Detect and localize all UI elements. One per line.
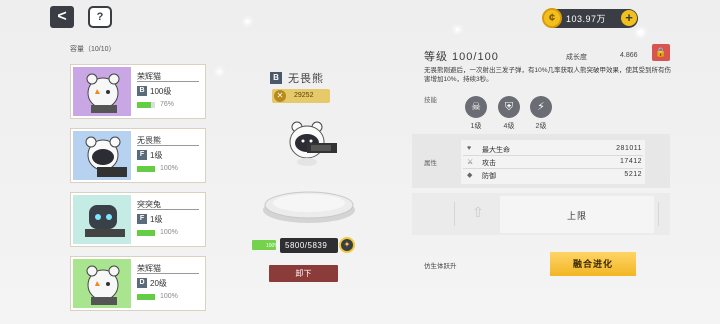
progress-percent: 100% [160, 293, 178, 300]
progress-fill [137, 294, 155, 300]
divider [137, 273, 199, 274]
hp-value: 5800/5839 [285, 241, 328, 250]
companion-level: 1级 [150, 215, 163, 224]
progress-percent: 76% [160, 101, 175, 108]
upgrade-arrow-icon: ⇧ [472, 204, 484, 220]
add-currency-button[interactable]: + [621, 10, 637, 26]
hero-name: 无畏熊 [288, 73, 324, 85]
companion-level: 100级 [150, 87, 172, 96]
gold-coin-icon: ¢ [542, 8, 562, 28]
divider [137, 209, 199, 210]
growth-value: 4.866 [620, 52, 638, 59]
divider [137, 81, 199, 82]
bio-ascension-label: 仿生体跃升 [424, 263, 457, 270]
rank-badge: F [137, 150, 147, 160]
display-platform [263, 191, 355, 223]
divider [463, 155, 643, 156]
divider [454, 202, 455, 226]
companion-card[interactable]: 荣辉猫 D 20级 100% [70, 256, 206, 311]
progress-bar [137, 230, 155, 236]
rank-badge: D [137, 278, 147, 288]
attribute-name: 攻击 [482, 160, 496, 167]
companion-portrait [73, 67, 131, 116]
progress-bar [137, 294, 155, 300]
growth-label: 成长度 [566, 54, 587, 61]
hero-description: 无畏熊刚避后，一次射出三发子弹，有10%几率获取人熊突破甲效果，使其受到所有伤害… [424, 67, 672, 83]
fuse-evolve-button[interactable]: 融合进化 [550, 252, 636, 276]
companion-card[interactable]: 突突兔 F 1级 100% [70, 192, 206, 247]
chevron-left-icon: < [57, 8, 67, 25]
power-icon: ✕ [274, 90, 286, 102]
sparkle-decoration [246, 20, 249, 23]
unequip-button[interactable]: 卸下 [269, 265, 338, 282]
progress-percent: 100% [160, 165, 178, 172]
progress-bar [137, 102, 155, 108]
divider [463, 168, 643, 169]
power-value: 29252 [294, 92, 314, 99]
skull-icon[interactable]: ☠ [465, 96, 487, 118]
companion-level: 1级 [150, 151, 163, 160]
limit-text: 上限 [566, 211, 587, 221]
divider [658, 202, 659, 226]
hero-rank-badge: B [270, 72, 282, 84]
attributes-label: 属性 [424, 160, 437, 167]
repair-icon[interactable]: ✦ [339, 237, 355, 253]
skills-label: 技能 [424, 97, 437, 104]
skill-level: 1级 [470, 123, 482, 130]
attribute-name: 防御 [482, 173, 496, 180]
help-button[interactable]: ? [88, 6, 112, 28]
rank-badge: B [137, 86, 147, 96]
level-display: 等级 100/100 [424, 51, 499, 63]
progress-fill [137, 230, 155, 236]
attribute-value: 281011 [616, 145, 642, 152]
companion-portrait [73, 195, 131, 244]
companion-card[interactable]: 荣辉猫 B 100级 76% [70, 64, 206, 119]
skill-level: 4级 [503, 123, 515, 130]
companion-card[interactable]: 无畏熊 F 1级 100% [70, 128, 206, 183]
question-chat-icon: ? [96, 11, 104, 23]
attribute-value: 17412 [620, 158, 642, 165]
attribute-value: 5212 [624, 171, 642, 178]
lock-icon: 🔒 [655, 47, 667, 57]
divider [137, 145, 199, 146]
companion-level: 20级 [150, 279, 167, 288]
rank-badge: F [137, 214, 147, 224]
back-button[interactable]: < [50, 6, 74, 28]
hero-model[interactable] [283, 118, 339, 168]
lock-button[interactable]: 🔒 [652, 44, 670, 61]
companion-portrait [73, 259, 131, 308]
progress-fill [137, 102, 151, 108]
capacity-label: 容量（10/10） [70, 46, 116, 53]
attribute-name: 最大生命 [482, 147, 510, 154]
sword-icon: ⚔ [467, 159, 474, 166]
progress-percent: 100% [160, 229, 178, 236]
progress-fill [137, 166, 155, 172]
claw-icon[interactable]: ⚡ [530, 96, 552, 118]
hp-percent: 100% [266, 243, 279, 249]
sparkle-decoration [638, 30, 643, 35]
shield-small-icon: ◆ [467, 172, 473, 179]
skill-level: 2级 [535, 123, 547, 130]
sparkle-decoration [456, 28, 459, 31]
shield-icon[interactable]: ⛨ [498, 96, 520, 118]
companion-portrait [73, 131, 131, 180]
heart-icon: ♥ [467, 145, 472, 152]
progress-bar [137, 166, 155, 172]
sparkle-decoration [218, 70, 221, 73]
